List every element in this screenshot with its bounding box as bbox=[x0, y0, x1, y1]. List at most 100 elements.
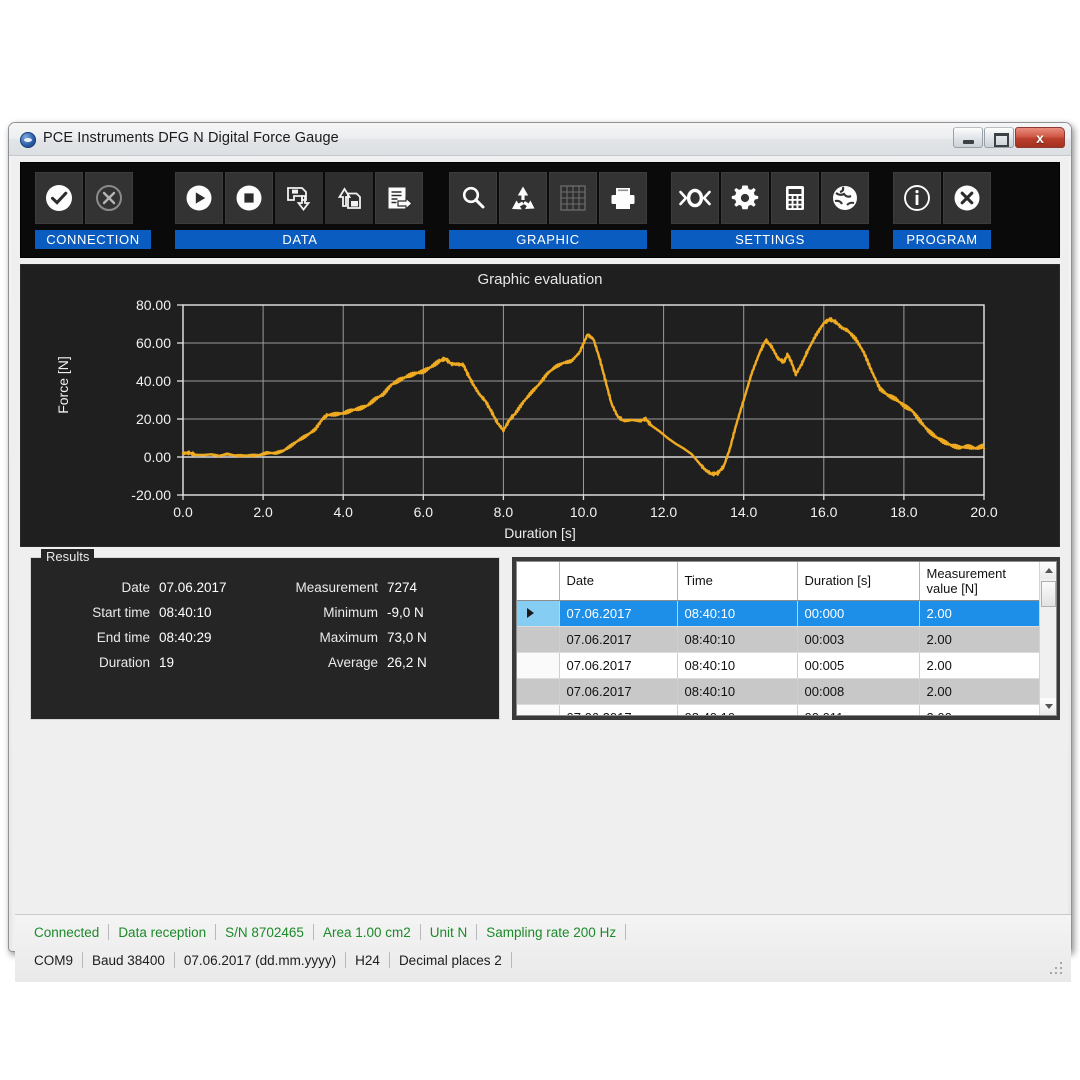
table-column-header-time[interactable]: Time bbox=[677, 562, 798, 601]
row-selector-cell[interactable] bbox=[517, 704, 560, 715]
measurement-table-panel: Date Time Duration [s] Measurement value… bbox=[512, 557, 1060, 720]
status-area: Area 1.00 cm2 bbox=[322, 924, 411, 940]
statusbar-row-connection: Connected Data reception S/N 8702465 Are… bbox=[25, 924, 627, 940]
export-data-button[interactable] bbox=[375, 172, 423, 224]
settings-button[interactable] bbox=[721, 172, 769, 224]
statusbar-row-port: COM9 Baud 38400 07.06.2017 (dd.mm.yyyy) … bbox=[25, 952, 512, 968]
recycle-icon bbox=[512, 186, 535, 210]
table-column-header-value[interactable]: Measurement value [N] bbox=[919, 562, 1041, 601]
cell-value[interactable]: 2.00 bbox=[919, 626, 1041, 653]
cell-date[interactable]: 07.06.2017 bbox=[559, 600, 678, 627]
connect-button[interactable] bbox=[35, 172, 83, 224]
result-value-duration: 19 bbox=[159, 655, 175, 670]
table-column-header-selector[interactable] bbox=[517, 562, 560, 601]
result-value-start-time: 08:40:10 bbox=[159, 605, 212, 620]
table-row[interactable]: 07.06.2017 08:40:10 00:011 2.00 bbox=[517, 704, 1041, 715]
table-column-header-date[interactable]: Date bbox=[559, 562, 678, 601]
cell-time[interactable]: 08:40:10 bbox=[677, 678, 798, 705]
toolbar-group-label-program: PROGRAM bbox=[893, 230, 991, 249]
results-grid: Date 07.06.2017 Measurement 7274 Start t… bbox=[31, 580, 499, 670]
chevron-up-icon bbox=[1044, 568, 1053, 573]
exit-button[interactable] bbox=[943, 172, 991, 224]
table-row[interactable]: 07.06.2017 08:40:10 00:003 2.00 bbox=[517, 626, 1041, 653]
cell-value[interactable]: 2.00 bbox=[919, 678, 1041, 705]
result-label-measurement: Measurement bbox=[295, 580, 378, 595]
cell-time[interactable]: 08:40:10 bbox=[677, 626, 798, 653]
refresh-graphic-button[interactable] bbox=[499, 172, 547, 224]
chart-panel[interactable]: Graphic evaluation Force [N] Duration [s… bbox=[20, 264, 1060, 547]
scroll-down-button[interactable] bbox=[1040, 698, 1056, 715]
table-header-row: Date Time Duration [s] Measurement value… bbox=[517, 562, 1041, 601]
globe-icon bbox=[833, 186, 857, 210]
cell-date[interactable]: 07.06.2017 bbox=[559, 704, 678, 715]
svg-text:4.0: 4.0 bbox=[333, 504, 353, 520]
resize-grip[interactable] bbox=[1050, 962, 1066, 978]
table-row[interactable]: 07.06.2017 08:40:10 00:000 2.00 bbox=[517, 600, 1041, 627]
status-sampling-rate: Sampling rate 200 Hz bbox=[486, 924, 617, 940]
cell-time[interactable]: 08:40:10 bbox=[677, 652, 798, 679]
info-button[interactable] bbox=[893, 172, 941, 224]
toolbar-group-data: DATA bbox=[175, 172, 425, 249]
scrollbar-thumb[interactable] bbox=[1041, 581, 1056, 607]
svg-text:0.0: 0.0 bbox=[173, 504, 193, 520]
table-row[interactable]: 07.06.2017 08:40:10 00:005 2.00 bbox=[517, 652, 1041, 679]
table-column-header-duration[interactable]: Duration [s] bbox=[797, 562, 920, 601]
toggle-grid-button[interactable] bbox=[549, 172, 597, 224]
titlebar[interactable]: PCE Instruments DFG N Digital Force Gaug… bbox=[9, 123, 1071, 156]
svg-text:12.0: 12.0 bbox=[650, 504, 677, 520]
save-data-button[interactable] bbox=[275, 172, 323, 224]
cell-duration[interactable]: 00:008 bbox=[797, 678, 920, 705]
cell-value[interactable]: 2.00 bbox=[919, 600, 1041, 627]
language-button[interactable] bbox=[821, 172, 869, 224]
status-time-format: H24 bbox=[355, 952, 380, 968]
cell-value[interactable]: 2.00 bbox=[919, 704, 1041, 715]
stop-circle-icon bbox=[236, 185, 262, 211]
row-selector-cell[interactable] bbox=[517, 678, 560, 705]
cell-value[interactable]: 2.00 bbox=[919, 652, 1041, 679]
status-connected: Connected bbox=[34, 924, 100, 940]
result-value-date: 07.06.2017 bbox=[159, 580, 227, 595]
zero-tare-button[interactable] bbox=[671, 172, 719, 224]
disconnect-button[interactable] bbox=[85, 172, 133, 224]
load-data-button[interactable] bbox=[325, 172, 373, 224]
cell-duration[interactable]: 00:003 bbox=[797, 626, 920, 653]
results-group: Results Date 07.06.2017 Measurement 7274… bbox=[30, 549, 500, 720]
svg-text:20.0: 20.0 bbox=[970, 504, 997, 520]
magnifier-icon bbox=[462, 186, 485, 209]
cell-date[interactable]: 07.06.2017 bbox=[559, 626, 678, 653]
cell-time[interactable]: 08:40:10 bbox=[677, 600, 798, 627]
result-label-maximum: Maximum bbox=[319, 630, 378, 645]
info-circle-icon bbox=[904, 185, 930, 211]
print-graphic-button[interactable] bbox=[599, 172, 647, 224]
cell-duration[interactable]: 00:011 bbox=[797, 704, 920, 715]
current-row-pointer-icon bbox=[527, 608, 534, 618]
check-circle-icon bbox=[46, 185, 72, 211]
row-selector-cell[interactable] bbox=[517, 600, 560, 627]
scroll-up-button[interactable] bbox=[1040, 562, 1056, 579]
cell-time[interactable]: 08:40:10 bbox=[677, 704, 798, 715]
cell-date[interactable]: 07.06.2017 bbox=[559, 652, 678, 679]
cell-date[interactable]: 07.06.2017 bbox=[559, 678, 678, 705]
toolbar-group-program: PROGRAM bbox=[893, 172, 991, 249]
zoom-graphic-button[interactable] bbox=[449, 172, 497, 224]
measurement-table[interactable]: Date Time Duration [s] Measurement value… bbox=[516, 561, 1057, 716]
gear-icon bbox=[731, 185, 759, 210]
status-baud-rate: Baud 38400 bbox=[92, 952, 165, 968]
row-selector-cell[interactable] bbox=[517, 626, 560, 653]
divider bbox=[510, 952, 512, 968]
table-vertical-scrollbar[interactable] bbox=[1039, 562, 1056, 715]
cell-duration[interactable]: 00:005 bbox=[797, 652, 920, 679]
minimize-button[interactable] bbox=[953, 127, 983, 148]
row-selector-cell[interactable] bbox=[517, 652, 560, 679]
cell-duration[interactable]: 00:000 bbox=[797, 600, 920, 627]
table-row[interactable]: 07.06.2017 08:40:10 00:008 2.00 bbox=[517, 678, 1041, 705]
start-recording-button[interactable] bbox=[175, 172, 223, 224]
stop-recording-button[interactable] bbox=[225, 172, 273, 224]
calculator-button[interactable] bbox=[771, 172, 819, 224]
maximize-button[interactable] bbox=[984, 127, 1014, 148]
svg-text:0.00: 0.00 bbox=[144, 449, 171, 465]
toolbar: CONNECTION DATA GRAPHIC SETTINGS PROGRAM bbox=[20, 162, 1060, 258]
close-button[interactable]: x bbox=[1015, 127, 1065, 148]
svg-text:18.0: 18.0 bbox=[890, 504, 917, 520]
svg-text:80.00: 80.00 bbox=[136, 297, 171, 313]
